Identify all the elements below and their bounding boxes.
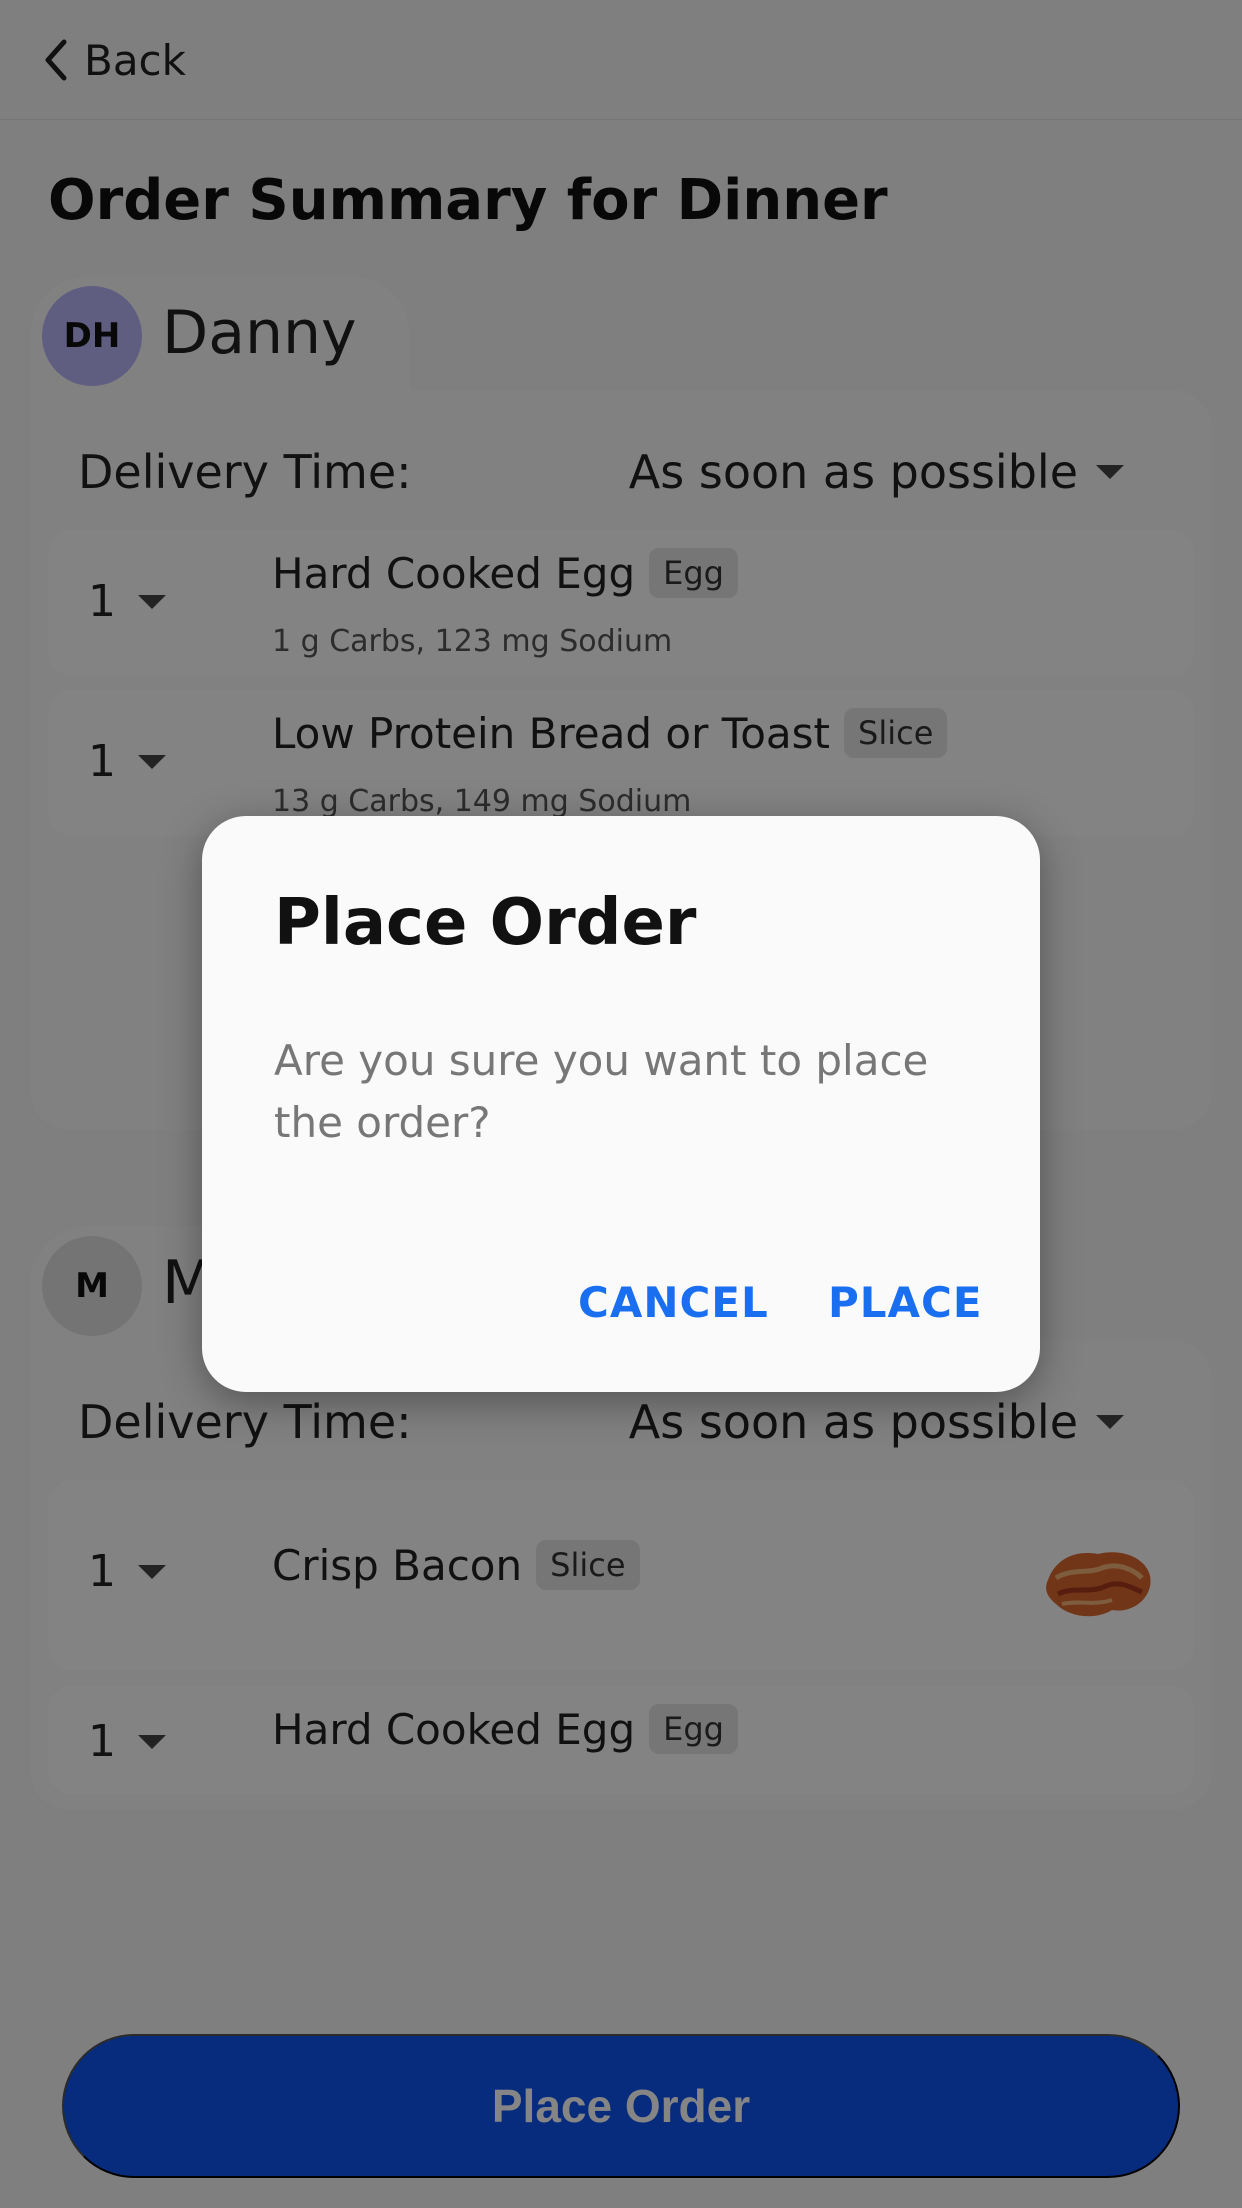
dialog-title: Place Order [274, 886, 697, 960]
cancel-button[interactable]: CANCEL [578, 1278, 769, 1327]
place-button[interactable]: PLACE [828, 1278, 983, 1327]
dialog-message: Are you sure you want to place the order… [274, 1036, 929, 1147]
place-order-dialog: Place Order Are you sure you want to pla… [202, 816, 1040, 1392]
